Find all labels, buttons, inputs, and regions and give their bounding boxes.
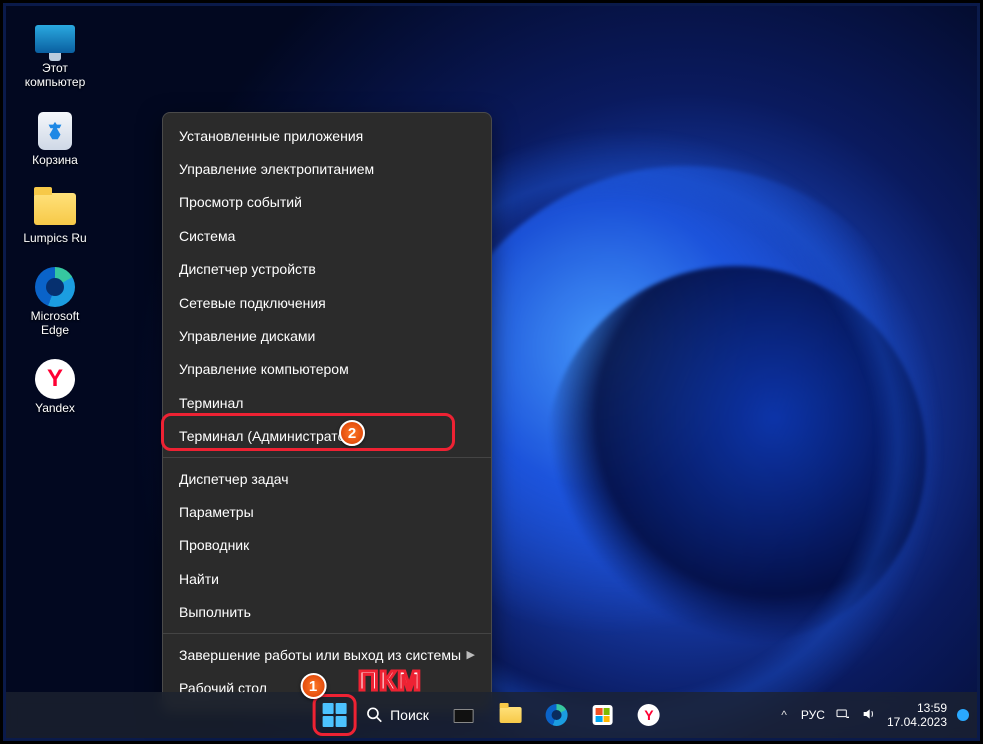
desktop-icons: Этот компьютер Корзина Lumpics Ru Micros… bbox=[17, 19, 93, 415]
desktop-icon-label: Корзина bbox=[32, 153, 78, 167]
menu-item-label: Управление компьютером bbox=[179, 361, 349, 377]
menu-separator bbox=[163, 457, 491, 458]
winx-item-disk-management[interactable]: Управление дисками bbox=[163, 319, 491, 352]
tray-overflow-button[interactable]: ^ bbox=[777, 704, 791, 726]
menu-item-label: Управление электропитанием bbox=[179, 161, 374, 177]
winx-item-power-options[interactable]: Управление электропитанием bbox=[163, 152, 491, 185]
taskbar-edge[interactable] bbox=[537, 695, 577, 735]
taskbar-file-explorer[interactable] bbox=[491, 695, 531, 735]
menu-item-label: Установленные приложения bbox=[179, 128, 363, 144]
winx-item-network-connections[interactable]: Сетевые подключения bbox=[163, 286, 491, 319]
menu-item-label: Диспетчер задач bbox=[179, 471, 289, 487]
start-button[interactable] bbox=[314, 695, 354, 735]
menu-item-label: Терминал bbox=[179, 395, 243, 411]
winx-context-menu: Установленные приложения Управление элек… bbox=[162, 112, 492, 712]
desktop-icon-folder-lumpics[interactable]: Lumpics Ru bbox=[17, 189, 93, 245]
taskbar-task-view[interactable] bbox=[445, 695, 485, 735]
winx-item-run[interactable]: Выполнить bbox=[163, 595, 491, 628]
winx-item-shutdown-signout[interactable]: Завершение работы или выход из системы ▶ bbox=[163, 638, 491, 671]
winx-item-settings[interactable]: Параметры bbox=[163, 495, 491, 528]
desktop-icon-yandex[interactable]: Y Yandex bbox=[17, 359, 93, 415]
task-view-icon bbox=[454, 704, 476, 726]
winx-item-event-viewer[interactable]: Просмотр событий bbox=[163, 186, 491, 219]
tray-volume-icon[interactable] bbox=[861, 706, 877, 725]
chevron-right-icon: ▶ bbox=[467, 648, 475, 661]
taskbar-search[interactable]: Поиск bbox=[360, 695, 439, 735]
menu-item-label: Диспетчер устройств bbox=[179, 261, 316, 277]
folder-icon bbox=[500, 707, 522, 723]
menu-item-label: Сетевые подключения bbox=[179, 295, 326, 311]
winx-item-search[interactable]: Найти bbox=[163, 562, 491, 595]
annotation-badge-2: 2 bbox=[339, 420, 365, 446]
ms-store-icon bbox=[593, 705, 613, 725]
winx-item-installed-apps[interactable]: Установленные приложения bbox=[163, 119, 491, 152]
menu-item-label: Управление дисками bbox=[179, 328, 315, 344]
search-label: Поиск bbox=[390, 707, 429, 723]
desktop-icon-this-pc[interactable]: Этот компьютер bbox=[17, 19, 93, 89]
winx-item-task-manager[interactable]: Диспетчер задач bbox=[163, 462, 491, 495]
menu-item-label: Завершение работы или выход из системы bbox=[179, 647, 461, 663]
edge-icon bbox=[35, 267, 75, 307]
winx-item-system[interactable]: Система bbox=[163, 219, 491, 252]
menu-item-label: Проводник bbox=[179, 537, 249, 553]
windows-logo-icon bbox=[322, 703, 346, 727]
tray-language[interactable]: РУС bbox=[801, 708, 825, 722]
annotation-badge-1: 1 bbox=[300, 673, 326, 699]
system-tray: ^ РУС 13:59 17.04.2023 bbox=[777, 701, 969, 729]
taskbar-store[interactable] bbox=[583, 695, 623, 735]
taskbar-yandex[interactable]: Y bbox=[629, 695, 669, 735]
folder-icon bbox=[34, 193, 76, 225]
desktop-icon-label: Этот компьютер bbox=[25, 61, 86, 89]
monitor-icon bbox=[35, 25, 75, 53]
tray-notification-dot[interactable] bbox=[957, 709, 969, 721]
edge-icon bbox=[546, 704, 568, 726]
menu-item-label: Найти bbox=[179, 571, 219, 587]
tray-network-icon[interactable] bbox=[835, 706, 851, 725]
menu-item-label: Параметры bbox=[179, 504, 254, 520]
recycle-bin-icon bbox=[38, 112, 72, 150]
menu-item-label: Выполнить bbox=[179, 604, 251, 620]
winx-item-device-manager[interactable]: Диспетчер устройств bbox=[163, 253, 491, 286]
tray-date: 17.04.2023 bbox=[887, 715, 947, 729]
menu-separator bbox=[163, 633, 491, 634]
winx-item-terminal-admin[interactable]: Терминал (Администратор) bbox=[163, 420, 491, 453]
yandex-icon: Y bbox=[638, 704, 660, 726]
desktop-icon-label: Lumpics Ru bbox=[23, 231, 86, 245]
menu-item-label: Система bbox=[179, 228, 235, 244]
desktop-icon-recycle-bin[interactable]: Корзина bbox=[17, 111, 93, 167]
menu-item-label: Терминал (Администратор) bbox=[179, 428, 358, 444]
search-icon bbox=[364, 705, 384, 725]
desktop-icon-label: Microsoft Edge bbox=[31, 309, 80, 337]
taskbar: 1 ПКМ Поиск Y ^ РУС 13:59 17.04.2023 bbox=[6, 692, 977, 738]
yandex-icon: Y bbox=[35, 359, 75, 399]
tray-time: 13:59 bbox=[887, 701, 947, 715]
desktop-icon-edge[interactable]: Microsoft Edge bbox=[17, 267, 93, 337]
winx-item-file-explorer[interactable]: Проводник bbox=[163, 529, 491, 562]
menu-item-label: Просмотр событий bbox=[179, 194, 302, 210]
tray-clock[interactable]: 13:59 17.04.2023 bbox=[887, 701, 947, 729]
annotation-text-pkm: ПКМ bbox=[358, 665, 422, 697]
winx-item-computer-management[interactable]: Управление компьютером bbox=[163, 353, 491, 386]
desktop-icon-label: Yandex bbox=[35, 401, 75, 415]
winx-item-terminal[interactable]: Терминал bbox=[163, 386, 491, 419]
